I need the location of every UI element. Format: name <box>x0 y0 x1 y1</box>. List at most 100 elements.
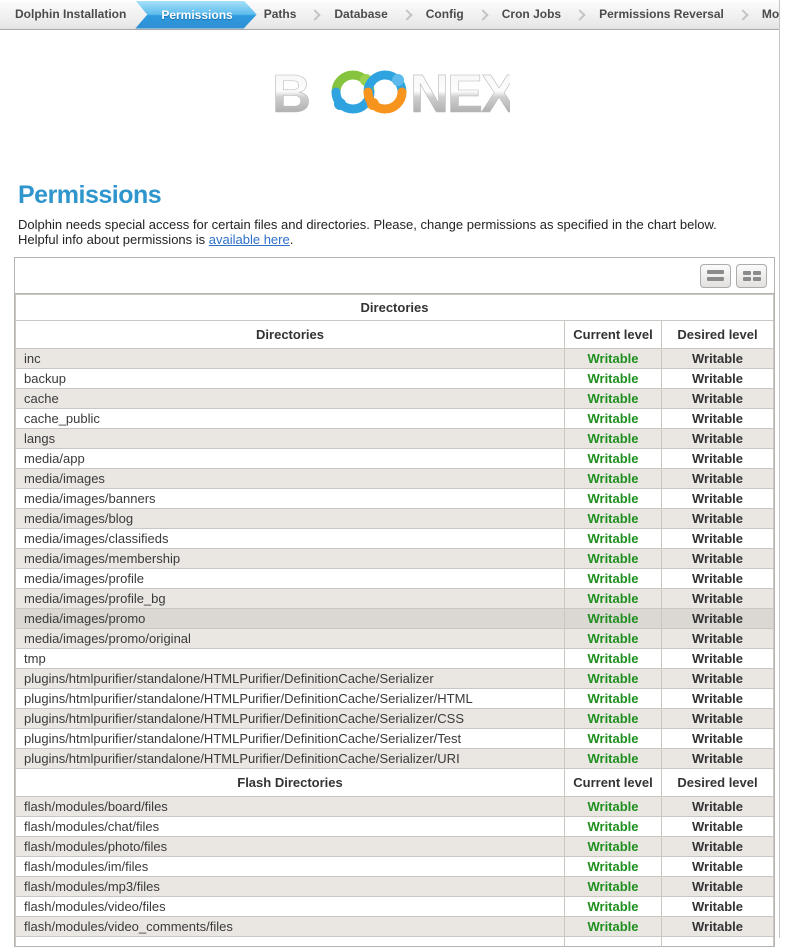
nav-tab-cron-jobs[interactable]: Cron Jobs <box>489 0 574 29</box>
desired-level-value: Writable <box>662 509 774 529</box>
current-level-value: Writable <box>565 689 662 709</box>
boonex-logo-icon: B NEX <box>270 60 510 122</box>
column-header-dir: Directories <box>16 321 565 349</box>
nav-tabs: Dolphin InstallationPermissionsPaths Data… <box>0 0 779 30</box>
desired-level-value: Writable <box>662 629 774 649</box>
nav-tab-config[interactable]: Config <box>413 0 477 29</box>
column-header-desired: Desired level <box>662 321 774 349</box>
directory-name: media/images <box>16 469 565 489</box>
directory-name: media/images/classifieds <box>16 529 565 549</box>
directory-name: flash/modules/mp3/files <box>16 877 565 897</box>
desired-level-value: Writable <box>662 369 774 389</box>
nav-tab-modules[interactable]: Modules <box>749 0 779 29</box>
current-level-value: Writable <box>565 629 662 649</box>
directory-name: media/images/promo <box>16 609 565 629</box>
chevron-right-icon <box>477 9 488 20</box>
directory-name: flash/modules/im/files <box>16 857 565 877</box>
current-level-value: Writable <box>565 509 662 529</box>
current-level-value: Writable <box>565 837 662 857</box>
current-level-value: Writable <box>565 569 662 589</box>
current-level-value: Writable <box>565 877 662 897</box>
directory-name: media/images/banners <box>16 489 565 509</box>
desired-level-value: Writable <box>662 709 774 729</box>
table-row: plugins/htmlpurifier/standalone/HTMLPuri… <box>16 689 774 709</box>
table-row: media/images/bannersWritableWritable <box>16 489 774 509</box>
logo-letters-nex: NEX <box>410 64 510 122</box>
table-row: plugins/htmlpurifier/standalone/HTMLPuri… <box>16 669 774 689</box>
directory-name: flash/modules/video/files <box>16 897 565 917</box>
column-header-current: Current level <box>565 769 662 797</box>
current-level-value: Writable <box>565 817 662 837</box>
table-row: flash/modules/photo/filesWritableWritabl… <box>16 837 774 857</box>
desired-level-value: Writable <box>662 797 774 817</box>
desired-level-value: Writable <box>662 569 774 589</box>
nav-tab-paths[interactable]: Paths <box>251 0 310 29</box>
directory-name: media/app <box>16 449 565 469</box>
current-level-value: Writable <box>565 549 662 569</box>
table-row: flash/modules/board/filesWritableWritabl… <box>16 797 774 817</box>
chevron-right-icon <box>737 9 748 20</box>
table-section-title: Directories <box>16 295 774 321</box>
table-row: media/images/classifiedsWritableWritable <box>16 529 774 549</box>
desired-level-value: Writable <box>662 669 774 689</box>
directory-name: flash/modules/board/files <box>16 797 565 817</box>
table-row: flash/modules/video/filesWritableWritabl… <box>16 897 774 917</box>
table-row: cacheWritableWritable <box>16 389 774 409</box>
directory-name: media/images/membership <box>16 549 565 569</box>
chevron-right-icon <box>574 9 585 20</box>
directory-name: flash/modules/video_comments/files <box>16 917 565 937</box>
directory-name: plugins/htmlpurifier/standalone/HTMLPuri… <box>16 749 565 769</box>
nav-tab-permissions[interactable]: Permissions <box>135 1 256 29</box>
current-level-value: Writable <box>565 709 662 729</box>
intro-line1: Dolphin needs special access for certain… <box>18 217 717 232</box>
desired-level-value: Writable <box>662 589 774 609</box>
logo-letter-b: B <box>272 64 309 122</box>
desired-level-value: Writable <box>662 897 774 917</box>
directory-name: cache <box>16 389 565 409</box>
desired-level-value: Writable <box>662 857 774 877</box>
table-row: plugins/htmlpurifier/standalone/HTMLPuri… <box>16 729 774 749</box>
current-level-value: Writable <box>565 449 662 469</box>
nav-tab-permissions-reversal[interactable]: Permissions Reversal <box>586 0 737 29</box>
table-row: media/images/membershipWritableWritable <box>16 549 774 569</box>
table-row: media/imagesWritableWritable <box>16 469 774 489</box>
desired-level-value: Writable <box>662 409 774 429</box>
desired-level-value: Writable <box>662 837 774 857</box>
intro-text: Dolphin needs special access for certain… <box>18 217 779 247</box>
available-here-link[interactable]: available here <box>209 232 290 247</box>
directory-name: plugins/htmlpurifier/standalone/HTMLPuri… <box>16 729 565 749</box>
current-level-value: Writable <box>565 529 662 549</box>
grid-view-button[interactable] <box>736 264 767 288</box>
current-level-value: Writable <box>565 489 662 509</box>
table-row: plugins/htmlpurifier/standalone/HTMLPuri… <box>16 709 774 729</box>
table-row: flash/modules/video_comments/filesWritab… <box>16 917 774 937</box>
desired-level-value: Writable <box>662 649 774 669</box>
table-row: flash/modules/im/filesWritableWritable <box>16 857 774 877</box>
table-row: media/images/profile_bgWritableWritable <box>16 589 774 609</box>
intro-line2-prefix: Helpful info about permissions is <box>18 232 209 247</box>
current-level-value: Writable <box>565 917 662 937</box>
table-row: plugins/htmlpurifier/standalone/HTMLPuri… <box>16 749 774 769</box>
table-row: flash/modules/chat/filesWritableWritable <box>16 817 774 837</box>
directory-name: flash/modules/chat/files <box>16 817 565 837</box>
current-level-value: Writable <box>565 409 662 429</box>
desired-level-value: Writable <box>662 429 774 449</box>
boonex-logo: B NEX <box>270 60 510 127</box>
desired-level-value: Writable <box>662 449 774 469</box>
list-view-button[interactable] <box>700 264 731 288</box>
table-row: media/images/promoWritableWritable <box>16 609 774 629</box>
current-level-value: Writable <box>565 349 662 369</box>
current-level-value: Writable <box>565 897 662 917</box>
current-level-value: Writable <box>565 669 662 689</box>
nav-tab-dolphin-installation[interactable]: Dolphin Installation <box>2 0 139 29</box>
table-row: backupWritableWritable <box>16 369 774 389</box>
nav-tab-database[interactable]: Database <box>321 0 400 29</box>
table-row: tmpWritableWritable <box>16 649 774 669</box>
current-level-value: Writable <box>565 429 662 449</box>
current-level-value: Writable <box>565 369 662 389</box>
directory-name: langs <box>16 429 565 449</box>
directory-name: flash/modules/photo/files <box>16 837 565 857</box>
directory-name: media/images/blog <box>16 509 565 529</box>
permissions-table-body: DirectoriesDirectories Current level Desir… <box>16 295 774 946</box>
directory-name: media/images/promo/original <box>16 629 565 649</box>
